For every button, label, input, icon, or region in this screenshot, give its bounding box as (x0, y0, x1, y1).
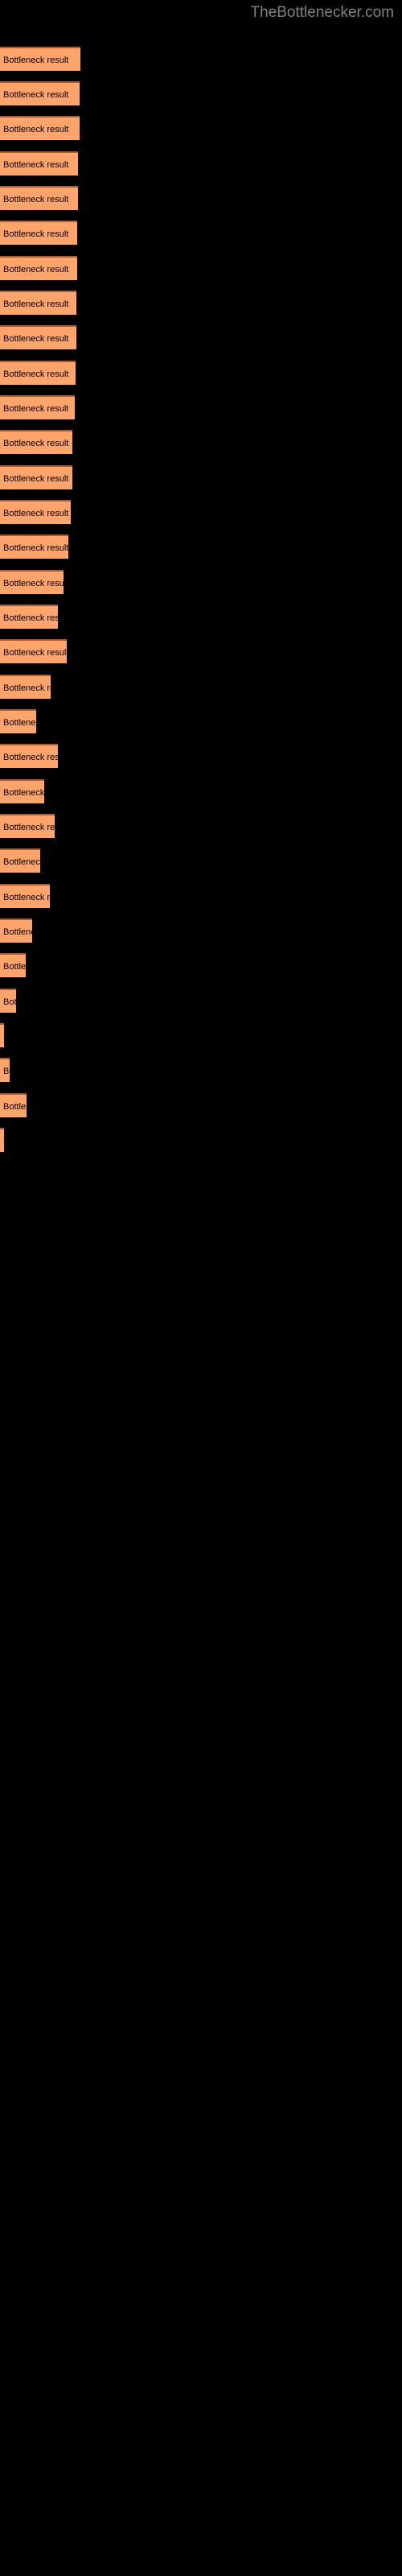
bar-segment: Bottleneck result (0, 430, 72, 454)
bar-segment: Bottleneck result (0, 848, 40, 873)
bar-segment: Bottleneck result (0, 186, 78, 210)
bar-segment: Bottleneck result (0, 116, 80, 140)
bar-label: Bottleneck result (3, 543, 68, 553)
bar-segment: Bottleneck result (0, 395, 75, 419)
bar-segment: Bottleneck result (0, 500, 71, 524)
bar-segment: Bottleneck result (0, 1023, 4, 1047)
bar-label: Bottleneck result (3, 56, 69, 65)
bar-label: Bottleneck result (3, 753, 58, 762)
bar-segment: Bottleneck result (0, 814, 55, 838)
bar-label: Bottleneck result (3, 1102, 27, 1112)
bar-segment: Bottleneck result (0, 709, 36, 733)
bar-segment: Bottleneck result (0, 675, 51, 699)
bar-label: Bottleneck result (3, 299, 69, 309)
bar-segment: Bottleneck result (0, 221, 77, 245)
bar-segment: Bottleneck result (0, 291, 76, 315)
bar-label: Bottleneck result (3, 509, 69, 518)
bar-label: Bottleneck result (3, 788, 44, 798)
bar-label: Bottleneck result (3, 125, 69, 134)
bar-label: Bottleneck result (3, 195, 69, 204)
bar-label: Bottleneck result (3, 90, 69, 100)
bar-segment: Bottleneck result (0, 1058, 10, 1082)
bar-segment: Bottleneck result (0, 919, 32, 943)
bar-label: Bottleneck result (3, 439, 69, 448)
bar-segment: Bottleneck result (0, 639, 67, 663)
bar-segment: Bottleneck result (0, 47, 80, 71)
bar-segment: Bottleneck result (0, 81, 80, 105)
bar-label: Bottleneck result (3, 229, 69, 239)
bar-segment: Bottleneck result (0, 535, 68, 559)
bar-label: Bottleneck result (3, 1136, 4, 1147)
bar-segment: Bottleneck result (0, 325, 76, 349)
bar-label: Bottleneck result (3, 648, 67, 658)
bar-label: Bottleneck result (3, 404, 69, 414)
bar-label: Bottleneck result (3, 1067, 10, 1076)
bar-label: Bottleneck result (3, 1031, 4, 1042)
bar-segment: Bottleneck result (0, 953, 26, 977)
bar-label: Bottleneck result (3, 369, 69, 379)
bar-label: Bottleneck result (3, 474, 69, 484)
bar-segment: Bottleneck result (0, 151, 78, 175)
bar-segment: Bottleneck result (0, 1093, 27, 1117)
bar-label: Bottleneck result (3, 334, 69, 344)
bar-segment: Bottleneck result (0, 465, 72, 489)
bar-label: Bottleneck result (3, 997, 16, 1007)
bottleneck-chart: TheBottlenecker.com Bottleneck result Bot… (0, 0, 402, 2576)
bar-segment: Bottleneck result (0, 605, 58, 629)
bar-label: Bottleneck result (3, 265, 69, 275)
bar-label: Bottleneck result (3, 962, 26, 972)
bar-label: Bottleneck result (3, 823, 55, 832)
bar-segment: Bottleneck result (0, 256, 77, 280)
bar-label: Bottleneck result (3, 613, 58, 623)
bar-label: Bottleneck result (3, 579, 64, 588)
bar-label: Bottleneck result (3, 718, 36, 728)
bar-segment: Bottleneck result (0, 570, 64, 594)
bar-segment: Bottleneck result (0, 744, 58, 768)
bar-label: Bottleneck result (3, 927, 32, 937)
bar-segment: Bottleneck result (0, 1128, 4, 1152)
bar-label: Bottleneck result (3, 683, 51, 693)
bar-label: Bottleneck result (3, 893, 50, 902)
bar-segment: Bottleneck result (0, 779, 44, 803)
bar-label: Bottleneck result (3, 857, 40, 867)
bar-segment: Bottleneck result (0, 884, 50, 908)
bar-segment: Bottleneck result (0, 989, 16, 1013)
bar-segment: Bottleneck result (0, 361, 76, 385)
bar-list: Bottleneck result Bottleneck result Bottle… (0, 0, 402, 2576)
bar-label: Bottleneck result (3, 160, 69, 170)
